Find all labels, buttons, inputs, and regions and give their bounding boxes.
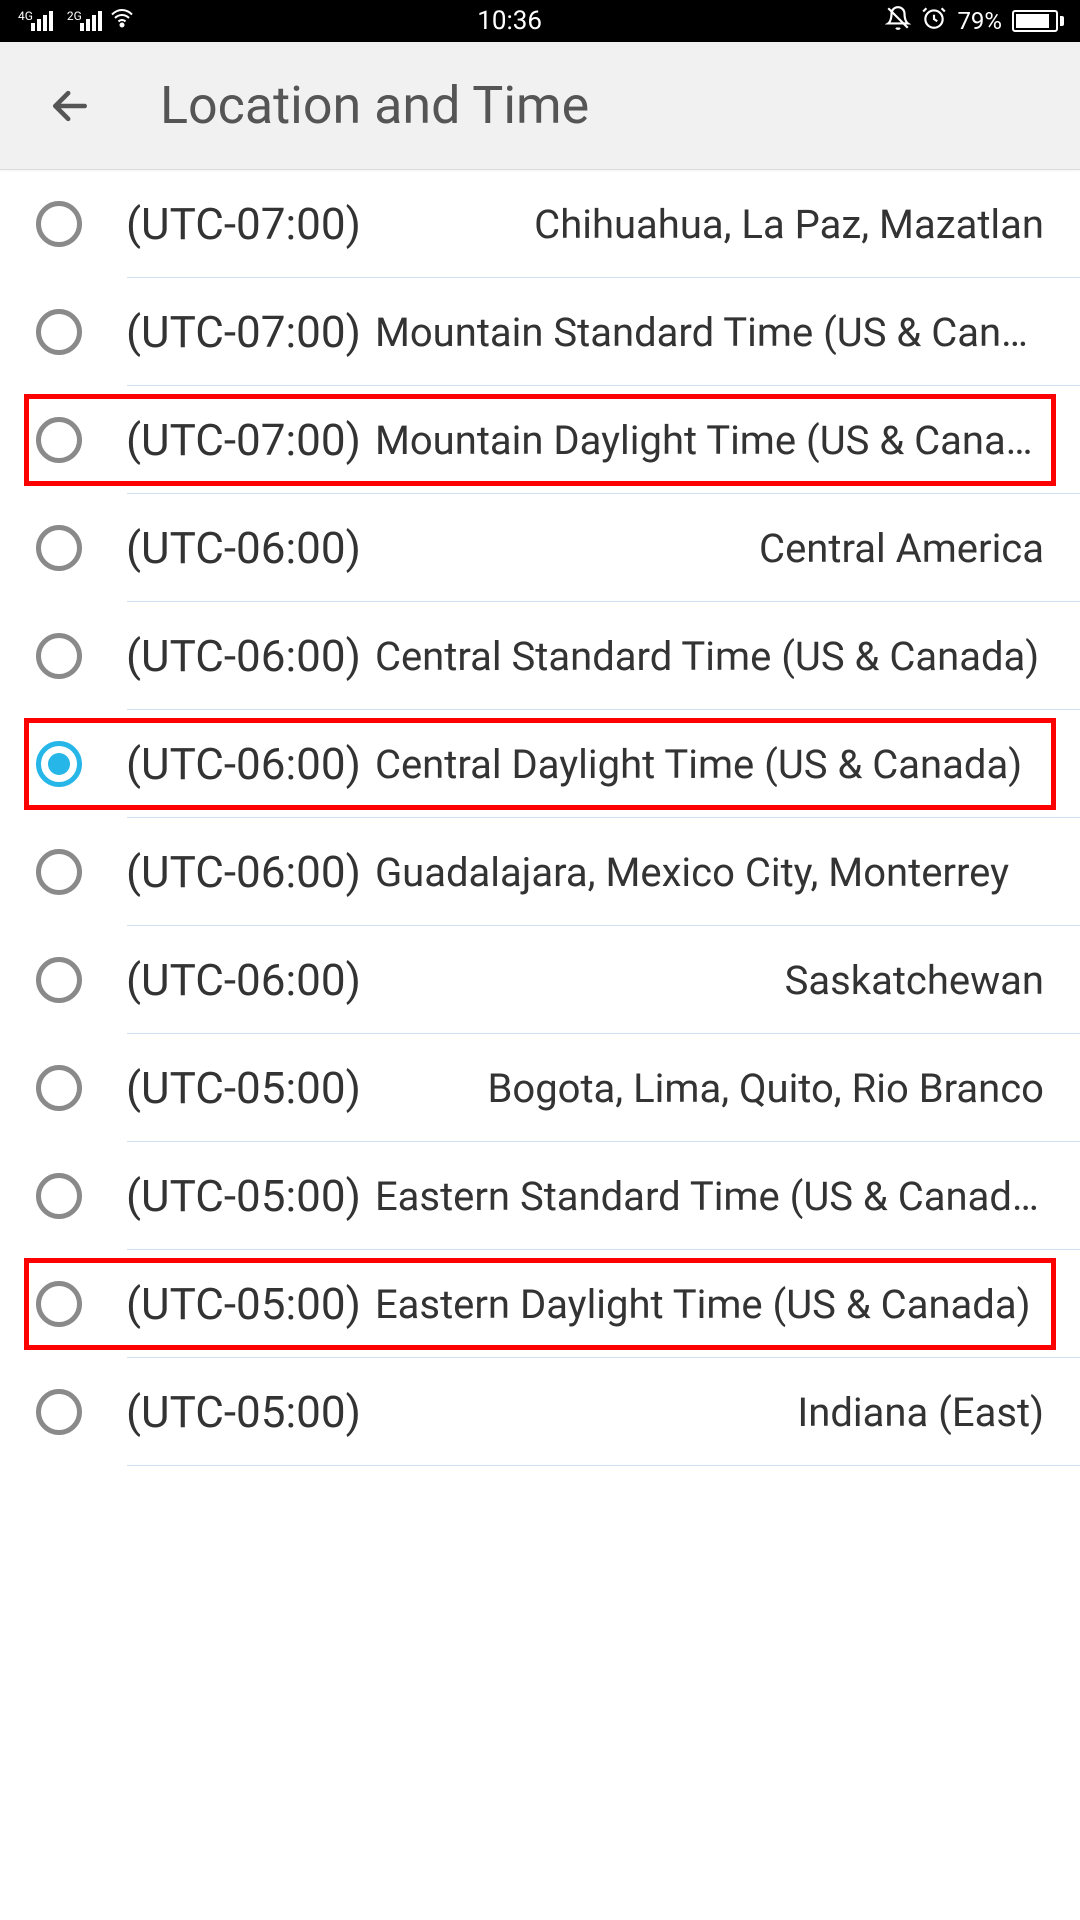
timezone-row[interactable]: (UTC-05:00) Eastern Standard Time (US & C… xyxy=(0,1142,1080,1250)
timezone-name: Chihuahua, La Paz, Mazatlan xyxy=(375,201,1044,248)
radio-button[interactable] xyxy=(36,633,82,679)
timezone-name: Central Standard Time (US & Canada) xyxy=(375,633,1044,680)
timezone-content: (UTC-05:00) Bogota, Lima, Quito, Rio Bran… xyxy=(126,1062,1044,1114)
signal-2g-icon: 2G xyxy=(65,11,102,31)
radio-button[interactable] xyxy=(36,201,82,247)
status-time: 10:36 xyxy=(477,6,542,36)
timezone-offset: (UTC-07:00) xyxy=(126,306,361,358)
timezone-name: Indiana (East) xyxy=(375,1389,1044,1436)
timezone-offset: (UTC-05:00) xyxy=(126,1062,361,1114)
divider xyxy=(127,1465,1080,1466)
timezone-row[interactable]: (UTC-07:00) Chihuahua, La Paz, Mazatlan xyxy=(0,170,1080,278)
timezone-content: (UTC-06:00) Central Daylight Time (US & C… xyxy=(126,738,1044,790)
radio-button[interactable] xyxy=(36,849,82,895)
timezone-content: (UTC-07:00) Chihuahua, La Paz, Mazatlan xyxy=(126,198,1044,250)
timezone-name: Mountain Daylight Time (US & Canada) xyxy=(375,417,1044,464)
timezone-content: (UTC-05:00) Indiana (East) xyxy=(126,1386,1044,1438)
timezone-offset: (UTC-06:00) xyxy=(126,522,361,574)
timezone-content: (UTC-05:00) Eastern Standard Time (US & C… xyxy=(126,1170,1044,1222)
timezone-offset: (UTC-06:00) xyxy=(126,630,361,682)
status-bar: 4G 2G 10:36 79% xyxy=(0,0,1080,42)
timezone-list[interactable]: (UTC-07:00)Chihuahua, La Paz, Mazatlan(U… xyxy=(0,170,1080,1466)
timezone-content: (UTC-06:00) Central Standard Time (US & C… xyxy=(126,630,1044,682)
back-button[interactable] xyxy=(40,76,100,136)
radio-button[interactable] xyxy=(36,741,82,787)
signal-4g-icon: 4G xyxy=(16,11,53,31)
radio-button[interactable] xyxy=(36,1389,82,1435)
timezone-content: (UTC-06:00) Saskatchewan xyxy=(126,954,1044,1006)
timezone-offset: (UTC-07:00) xyxy=(126,414,361,466)
wifi-icon xyxy=(110,6,134,36)
timezone-offset: (UTC-07:00) xyxy=(126,198,361,250)
timezone-content: (UTC-07:00) Mountain Daylight Time (US & … xyxy=(126,414,1044,466)
timezone-name: Eastern Daylight Time (US & Canada) xyxy=(375,1281,1044,1328)
timezone-row[interactable]: (UTC-07:00) Mountain Daylight Time (US & … xyxy=(0,386,1080,494)
timezone-name: Central Daylight Time (US & Canada) xyxy=(375,741,1044,788)
timezone-offset: (UTC-06:00) xyxy=(126,954,361,1006)
battery-icon xyxy=(1012,10,1064,32)
timezone-row[interactable]: (UTC-06:00) Guadalajara, Mexico City, Mon… xyxy=(0,818,1080,926)
arrow-left-icon xyxy=(48,84,92,128)
timezone-name: Eastern Standard Time (US & Canada) xyxy=(375,1173,1044,1220)
radio-button[interactable] xyxy=(36,1281,82,1327)
timezone-content: (UTC-05:00) Eastern Daylight Time (US & C… xyxy=(126,1278,1044,1330)
timezone-offset: (UTC-05:00) xyxy=(126,1278,361,1330)
timezone-offset: (UTC-05:00) xyxy=(126,1170,361,1222)
timezone-offset: (UTC-05:00) xyxy=(126,1386,361,1438)
radio-button[interactable] xyxy=(36,1065,82,1111)
timezone-row[interactable]: (UTC-06:00) Central Standard Time (US & C… xyxy=(0,602,1080,710)
status-left: 4G 2G xyxy=(16,6,134,36)
timezone-offset: (UTC-06:00) xyxy=(126,846,361,898)
timezone-name: Mountain Standard Time (US & Canada) xyxy=(375,309,1044,356)
timezone-row[interactable]: (UTC-06:00) Central America xyxy=(0,494,1080,602)
timezone-name: Bogota, Lima, Quito, Rio Branco xyxy=(375,1065,1044,1112)
alarm-icon xyxy=(921,5,947,37)
radio-button[interactable] xyxy=(36,525,82,571)
header: Location and Time xyxy=(0,42,1080,170)
radio-button[interactable] xyxy=(36,1173,82,1219)
timezone-name: Saskatchewan xyxy=(375,957,1044,1004)
timezone-row[interactable]: (UTC-07:00) Mountain Standard Time (US & … xyxy=(0,278,1080,386)
timezone-row[interactable]: (UTC-05:00) Eastern Daylight Time (US & C… xyxy=(0,1250,1080,1358)
timezone-row[interactable]: (UTC-05:00) Bogota, Lima, Quito, Rio Bran… xyxy=(0,1034,1080,1142)
timezone-content: (UTC-06:00) Central America xyxy=(126,522,1044,574)
timezone-row[interactable]: (UTC-06:00) Saskatchewan xyxy=(0,926,1080,1034)
timezone-content: (UTC-06:00) Guadalajara, Mexico City, Mon… xyxy=(126,846,1044,898)
radio-button[interactable] xyxy=(36,417,82,463)
timezone-name: Guadalajara, Mexico City, Monterrey xyxy=(375,849,1044,896)
timezone-content: (UTC-07:00) Mountain Standard Time (US & … xyxy=(126,306,1044,358)
bell-muted-icon xyxy=(885,5,911,37)
status-right: 79% xyxy=(885,5,1064,37)
timezone-row[interactable]: (UTC-06:00) Central Daylight Time (US & C… xyxy=(0,710,1080,818)
timezone-name: Central America xyxy=(375,525,1044,572)
timezone-offset: (UTC-06:00) xyxy=(126,738,361,790)
page-title: Location and Time xyxy=(160,75,589,136)
radio-button[interactable] xyxy=(36,309,82,355)
battery-percent: 79% xyxy=(957,7,1002,35)
timezone-row[interactable]: (UTC-05:00) Indiana (East) xyxy=(0,1358,1080,1466)
radio-button[interactable] xyxy=(36,957,82,1003)
